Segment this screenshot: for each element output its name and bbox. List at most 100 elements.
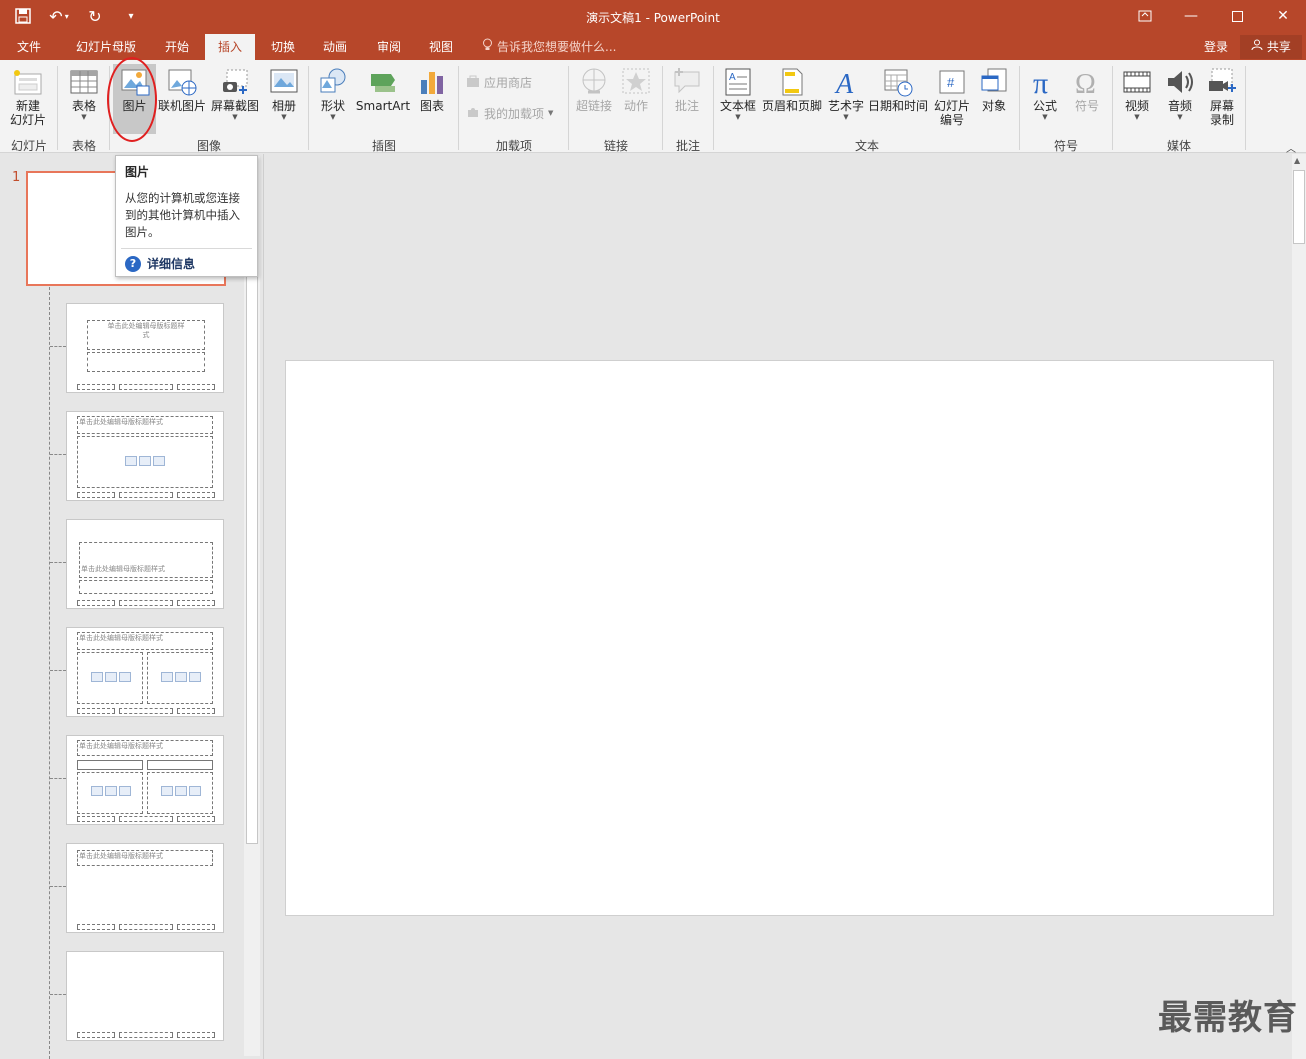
tooltip-title: 图片 [125,165,150,179]
tab-home[interactable]: 开始 [154,34,200,60]
store-icon [466,74,480,91]
new-slide-button[interactable]: 新建 幻灯片 [2,64,54,134]
collapse-ribbon-icon[interactable]: ︿ [1286,140,1296,155]
wordart-icon: A [830,66,862,100]
comment-icon [671,66,703,98]
group-label-text: 文本 [854,139,879,153]
tab-file[interactable]: 文件 [4,34,54,60]
wordart-button[interactable]: A 艺术字 ▼ [826,64,866,134]
online-picture-icon [166,66,198,98]
slide-thumbnail-pane: 1 单击此处编辑母版标题样 式 单击此处编辑母版标题样式 单击此处编辑母版标题样… [0,154,262,1059]
tree-connector [50,562,66,563]
tab-animations[interactable]: 动画 [312,34,358,60]
scroll-up-icon[interactable]: ▲ [1294,156,1300,165]
layout-thumbnail[interactable] [66,951,224,1041]
my-addins-label: 我的加载项 [484,106,545,121]
slide-canvas[interactable] [285,360,1274,916]
office-store-button[interactable]: 应用商店 [466,70,566,94]
footer-placeholder [77,600,115,606]
tell-me-search[interactable]: 告诉我您想要做什么... [482,34,616,60]
date-time-button[interactable]: 日期和时间 [866,64,930,134]
footer-placeholder [77,816,115,822]
layout-thumbnail[interactable]: 单击此处编辑母版标题样 式 [66,303,224,393]
layout-thumbnail[interactable]: 单击此处编辑母版标题样式 [66,843,224,933]
omega-icon: Ω [1071,66,1103,100]
content-icons [125,456,165,468]
footer-placeholder [119,924,173,930]
chevron-down-icon: ▼ [330,113,336,121]
symbol-button[interactable]: Ω 符号 [1067,64,1107,134]
window-controls: — ✕ [1122,0,1306,32]
share-button[interactable]: 共享 [1240,35,1302,59]
minimize-icon[interactable]: — [1168,0,1214,32]
header-footer-button[interactable]: 页眉和页脚 [760,64,824,134]
svg-text:π: π [1033,67,1048,98]
tab-insert[interactable]: 插入 [205,34,255,60]
chevron-down-icon: ▼ [735,113,741,121]
close-icon[interactable]: ✕ [1260,0,1306,32]
hyperlink-button[interactable]: 超链接 [574,64,614,134]
layout-thumbnail[interactable]: 单击此处编辑母版标题样式 [66,627,224,717]
screenshot-button[interactable]: 屏幕截图 ▼ [209,64,261,134]
chart-button[interactable]: 图表 [413,64,451,134]
layout-thumbnail[interactable]: 单击此处编辑母版标题样式 [66,735,224,825]
new-slide-icon [12,66,44,98]
table-button[interactable]: 表格 ▼ [62,64,106,134]
login-link[interactable]: 登录 [1204,34,1228,60]
layout-thumbnail[interactable]: 单击此处编辑母版标题样式 [66,411,224,501]
action-button[interactable]: 动作 [616,64,656,134]
group-separator [1019,66,1020,150]
slide-number-button[interactable]: # 幻灯片 编号 [932,64,972,134]
textbox-icon: A [722,66,754,98]
tree-connector [50,994,66,995]
share-label: 共享 [1266,40,1291,54]
svg-text:#: # [947,75,955,90]
group-label-comments: 批注 [675,139,700,153]
group-separator [568,66,569,150]
tree-connector [50,778,66,779]
tab-view[interactable]: 视图 [418,34,464,60]
title-placeholder: 单击此处编辑母版标题样式 [77,740,213,756]
slide-number-label: 幻灯片 编号 [933,99,970,127]
tab-review[interactable]: 审阅 [366,34,412,60]
screen-recording-button[interactable]: 屏幕 录制 [1202,64,1242,134]
footer-placeholder [119,708,173,714]
content-icons [161,786,201,798]
tab-transitions[interactable]: 切换 [260,34,306,60]
title-placeholder: 单击此处编辑母版标题样 式 [87,320,205,350]
footer-placeholder [77,492,115,498]
photo-album-label: 相册 [271,99,296,113]
textbox-button[interactable]: A 文本框 ▼ [717,64,759,134]
shapes-button[interactable]: 形状 ▼ [312,64,354,134]
pi-icon: π [1029,66,1061,100]
online-picture-button[interactable]: 联机图片 [158,64,206,134]
maximize-icon[interactable] [1214,0,1260,32]
chevron-down-icon: ▼ [232,113,238,121]
comment-button[interactable]: 批注 [666,64,708,134]
film-icon [1121,66,1153,98]
tooltip-body: 从您的计算机或您连接到的其他计算机中插入图片。 [125,191,240,239]
video-button[interactable]: 视频 ▼ [1117,64,1157,134]
group-label-addins: 加载项 [495,139,532,153]
ribbon-display-options-icon[interactable] [1122,0,1168,32]
edit-pane-scrollbar[interactable]: ▲ [1292,154,1306,1059]
puzzle-icon [466,105,480,122]
thumbnail-scrollbar[interactable] [244,156,260,1056]
tree-connector [50,886,66,887]
edit-pane-scrollbar-thumb[interactable] [1293,170,1305,244]
tooltip-more-info-link[interactable]: ? 详细信息 [125,255,248,272]
smartart-button[interactable]: SmartArt [355,64,411,134]
photo-album-button[interactable]: 相册 ▼ [264,64,304,134]
wordart-label: 艺术字 [827,99,864,113]
footer-placeholder [77,708,115,714]
layout-thumbnail[interactable]: 单击此处编辑母版标题样式 [66,519,224,609]
slide-number-icon: # [936,66,968,98]
my-addins-button[interactable]: 我的加载项 ▼ [466,101,566,125]
help-icon: ? [125,255,141,272]
audio-button[interactable]: 音频 ▼ [1160,64,1200,134]
footer-placeholder [177,816,215,822]
tab-slide-master[interactable]: 幻灯片母版 [66,34,146,60]
group-separator [57,66,58,150]
object-button[interactable]: 对象 [974,64,1014,134]
equation-button[interactable]: π 公式 ▼ [1025,64,1065,134]
